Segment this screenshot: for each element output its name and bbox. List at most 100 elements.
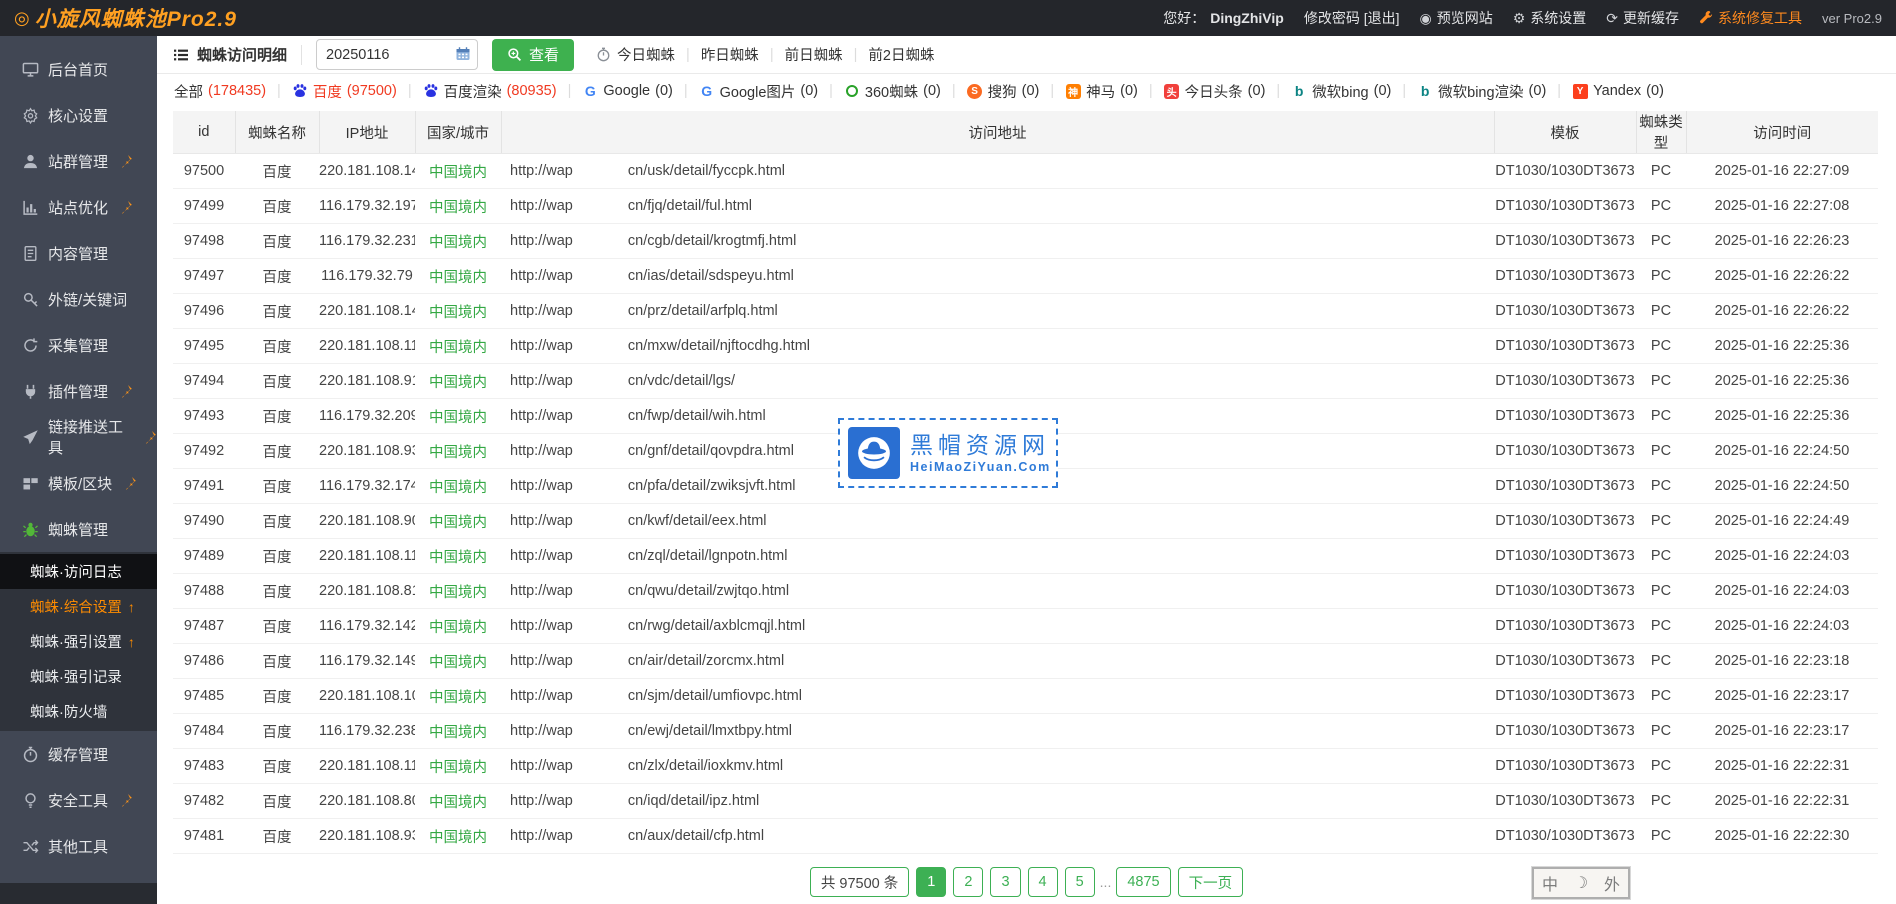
blocks-icon <box>22 475 39 492</box>
sidebar-item-0[interactable]: 后台首页 <box>0 46 157 92</box>
date-input[interactable] <box>316 39 478 70</box>
column-header-1: 蜘蛛名称 <box>235 111 319 154</box>
cell-spider-name: 百度 <box>235 574 319 609</box>
sidebar-item-8[interactable]: 链接推送工具 <box>0 414 157 460</box>
app-logo: ◎ 小旋风蜘蛛池Pro2.9 <box>14 3 237 33</box>
system-settings-link[interactable]: ⚙ 系统设置 <box>1513 8 1587 28</box>
quick-link-0[interactable]: 今日蜘蛛 <box>596 44 675 65</box>
page-1[interactable]: 1 <box>916 867 946 897</box>
pin-icon <box>143 430 157 444</box>
ime-language-bar[interactable]: 中 ☽ 外 <box>1532 867 1630 899</box>
repair-tool-link[interactable]: 系统修复工具 <box>1699 8 1802 28</box>
filter-今日头条[interactable]: 头 今日头条 (0) <box>1164 81 1266 102</box>
page-5[interactable]: 5 <box>1065 867 1095 897</box>
cell-spider-name: 百度 <box>235 224 319 259</box>
cell-id: 97485 <box>173 679 235 714</box>
sidebar-item-2[interactable]: 站群管理 <box>0 138 157 184</box>
update-cache-link[interactable]: ⟳ 更新缓存 <box>1606 8 1679 28</box>
cell-id: 97492 <box>173 434 235 469</box>
filter-神马[interactable]: 神 神马 (0) <box>1065 81 1138 102</box>
sidebar-item-9[interactable]: 模板/区块 <box>0 460 157 506</box>
sidebar-subitem-1[interactable]: 蜘蛛·综合设置 ↑ <box>0 589 157 624</box>
cell-spider-name: 百度 <box>235 679 319 714</box>
quick-link-3[interactable]: 前2日蜘蛛 <box>868 44 934 65</box>
sidebar-subitem-0[interactable]: 蜘蛛·访问日志 <box>0 554 157 589</box>
cell-ip: 220.181.108.93 <box>319 434 415 469</box>
cell-id: 97489 <box>173 539 235 574</box>
sidebar-subitem-2[interactable]: 蜘蛛·强引设置 ↑ <box>0 624 157 659</box>
eye-icon: ◉ <box>1420 11 1432 25</box>
preview-site-link[interactable]: ◉ 预览网站 <box>1420 8 1493 28</box>
change-password-link[interactable]: 修改密码 [退出] <box>1304 8 1400 28</box>
filter-百度[interactable]: 百度 (97500) <box>292 81 397 102</box>
censored-domain <box>575 720 627 742</box>
filter-百度渲染[interactable]: 百度渲染 (80935) <box>423 81 557 102</box>
cell-spider-name: 百度 <box>235 539 319 574</box>
filter-微软bing[interactable]: b 微软bing (0) <box>1291 81 1391 102</box>
filter-separator: | <box>684 83 688 99</box>
cell-visit-time: 2025-01-16 22:22:30 <box>1686 819 1878 854</box>
sidebar-item-12[interactable]: 安全工具 <box>0 777 157 823</box>
filter-separator: | <box>277 83 281 99</box>
table-row: 97497 百度 116.179.32.79 中国境内 http://wapcn… <box>173 259 1878 294</box>
filter-Google图片[interactable]: G Google图片 (0) <box>699 81 819 102</box>
filter-360蜘蛛[interactable]: 360蜘蛛 (0) <box>844 81 941 102</box>
next-page-button[interactable]: 下一页 <box>1178 867 1244 897</box>
cell-template: DT1030/1030DT3673 <box>1494 399 1636 434</box>
censored-domain <box>575 545 627 567</box>
separator: | <box>686 47 690 63</box>
filter-微软bing渲染[interactable]: b 微软bing渲染 (0) <box>1417 81 1546 102</box>
column-header-4: 访问地址 <box>501 111 1494 154</box>
swirl-logo-icon: ◎ <box>14 8 31 29</box>
filter-Yandex[interactable]: Y Yandex (0) <box>1572 83 1664 99</box>
ime-glyph-1[interactable]: ☽ <box>1574 873 1588 893</box>
pagination: 共 97500 条12345...4875下一页 <box>157 867 1896 897</box>
cell-country: 中国境内 <box>415 434 501 469</box>
view-button[interactable]: 查看 <box>492 39 574 71</box>
censored-domain <box>575 265 627 287</box>
ime-glyph-2[interactable]: 外 <box>1604 871 1620 895</box>
sidebar-item-4[interactable]: 内容管理 <box>0 230 157 276</box>
sync-icon <box>22 337 39 354</box>
sidebar-menu: 后台首页 核心设置 站群管理 站点优化 内容管理 外链/关键词 采集管理 插件管… <box>0 36 157 883</box>
sidebar-item-10[interactable]: 蜘蛛管理 <box>0 506 157 552</box>
cell-visit-time: 2025-01-16 22:24:49 <box>1686 504 1878 539</box>
sidebar-item-1[interactable]: 核心设置 <box>0 92 157 138</box>
cell-ip: 116.179.32.174 <box>319 469 415 504</box>
sidebar-subitem-3[interactable]: 蜘蛛·强引记录 <box>0 659 157 694</box>
cell-id: 97499 <box>173 189 235 224</box>
sidebar-item-5[interactable]: 外链/关键词 <box>0 276 157 322</box>
cell-url: http://wapcn/zql/detail/lgnpotn.html <box>501 539 1494 574</box>
cell-template: DT1030/1030DT3673 <box>1494 819 1636 854</box>
cell-spider-type: PC <box>1636 469 1686 504</box>
page-last[interactable]: 4875 <box>1116 867 1170 897</box>
cell-country: 中国境内 <box>415 364 501 399</box>
cell-ip: 220.181.108.105 <box>319 679 415 714</box>
ime-glyph-0[interactable]: 中 <box>1542 871 1558 895</box>
page-3[interactable]: 3 <box>990 867 1020 897</box>
cell-spider-name: 百度 <box>235 609 319 644</box>
cell-template: DT1030/1030DT3673 <box>1494 609 1636 644</box>
censored-domain <box>575 335 627 357</box>
quick-link-1[interactable]: 昨日蜘蛛 <box>701 44 759 65</box>
baidu-icon <box>292 83 308 99</box>
cell-visit-time: 2025-01-16 22:26:22 <box>1686 294 1878 329</box>
sidebar-subitem-4[interactable]: 蜘蛛·防火墙 <box>0 694 157 729</box>
sidebar-item-13[interactable]: 其他工具 <box>0 823 157 869</box>
plug-icon <box>22 383 39 400</box>
sidebar-item-3[interactable]: 站点优化 <box>0 184 157 230</box>
filter-全部[interactable]: 全部 (178435) <box>174 81 266 102</box>
cell-id: 97484 <box>173 714 235 749</box>
filter-搜狗[interactable]: S 搜狗 (0) <box>967 81 1040 102</box>
sidebar-item-11[interactable]: 缓存管理 <box>0 731 157 777</box>
sidebar-item-6[interactable]: 采集管理 <box>0 322 157 368</box>
calendar-icon[interactable] <box>455 46 471 62</box>
filter-Google[interactable]: G Google (0) <box>582 83 673 99</box>
page-4[interactable]: 4 <box>1028 867 1058 897</box>
table-body: 97500 百度 220.181.108.145 中国境内 http://wap… <box>173 154 1878 854</box>
quick-link-2[interactable]: 前日蜘蛛 <box>785 44 843 65</box>
cell-spider-type: PC <box>1636 364 1686 399</box>
cell-country: 中国境内 <box>415 504 501 539</box>
page-2[interactable]: 2 <box>953 867 983 897</box>
sidebar-item-7[interactable]: 插件管理 <box>0 368 157 414</box>
